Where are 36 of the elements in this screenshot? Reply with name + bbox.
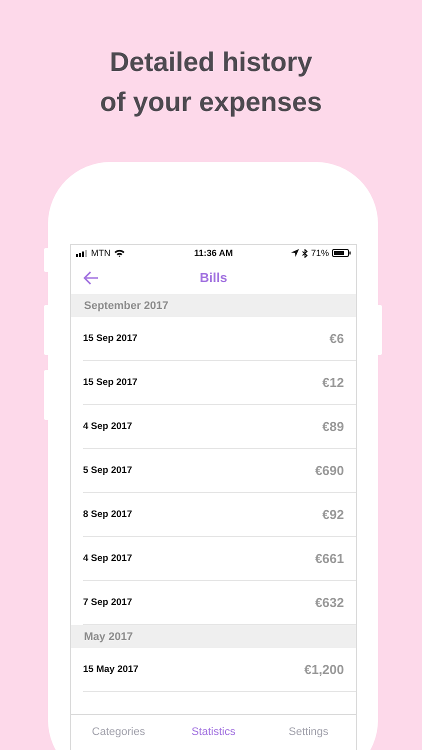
bill-amount: €12 (322, 375, 344, 390)
bill-date: 8 Sep 2017 (83, 509, 132, 520)
bill-date: 15 Sep 2017 (83, 377, 138, 388)
bill-date: 15 May 2017 (83, 664, 138, 675)
bill-amount: €6 (330, 331, 344, 346)
bill-date: 4 Sep 2017 (83, 553, 132, 564)
bill-row[interactable]: 15 Sep 2017 €6 (83, 317, 356, 361)
bill-date: 4 Sep 2017 (83, 421, 132, 432)
bill-row[interactable]: 15 May 2017 €1,200 (83, 648, 356, 692)
back-arrow-icon[interactable] (83, 271, 99, 285)
bill-amount: €632 (315, 595, 344, 610)
bill-date: 7 Sep 2017 (83, 597, 132, 608)
bill-row[interactable]: 5 Sep 2017 €690 (83, 449, 356, 493)
bill-amount: €92 (322, 507, 344, 522)
bill-row[interactable]: 4 Sep 2017 €661 (83, 537, 356, 581)
bill-date: 5 Sep 2017 (83, 465, 132, 476)
bluetooth-icon (302, 248, 308, 258)
bill-row[interactable]: 4 Sep 2017 €89 (83, 405, 356, 449)
headline: Detailed history of your expenses (98, 46, 324, 119)
bill-row[interactable]: 8 Sep 2017 €92 (83, 493, 356, 537)
section-header: September 2017 (71, 294, 356, 317)
bill-row[interactable]: 15 Sep 2017 €12 (83, 361, 356, 405)
bill-amount: €661 (315, 551, 344, 566)
battery-percent: 71% (310, 248, 329, 258)
nav-title: Bills (200, 270, 228, 285)
location-icon (290, 249, 299, 257)
battery-icon (332, 249, 351, 257)
wifi-icon (114, 249, 124, 257)
status-time: 11:36 AM (194, 248, 233, 258)
bill-amount: €690 (315, 463, 344, 478)
section-header: May 2017 (71, 625, 356, 648)
carrier-name: MTN (91, 248, 110, 258)
signal-icon (76, 250, 88, 256)
bill-amount: €1,200 (304, 662, 344, 677)
bill-date: 15 Sep 2017 (83, 333, 138, 344)
bill-amount: €89 (322, 419, 344, 434)
